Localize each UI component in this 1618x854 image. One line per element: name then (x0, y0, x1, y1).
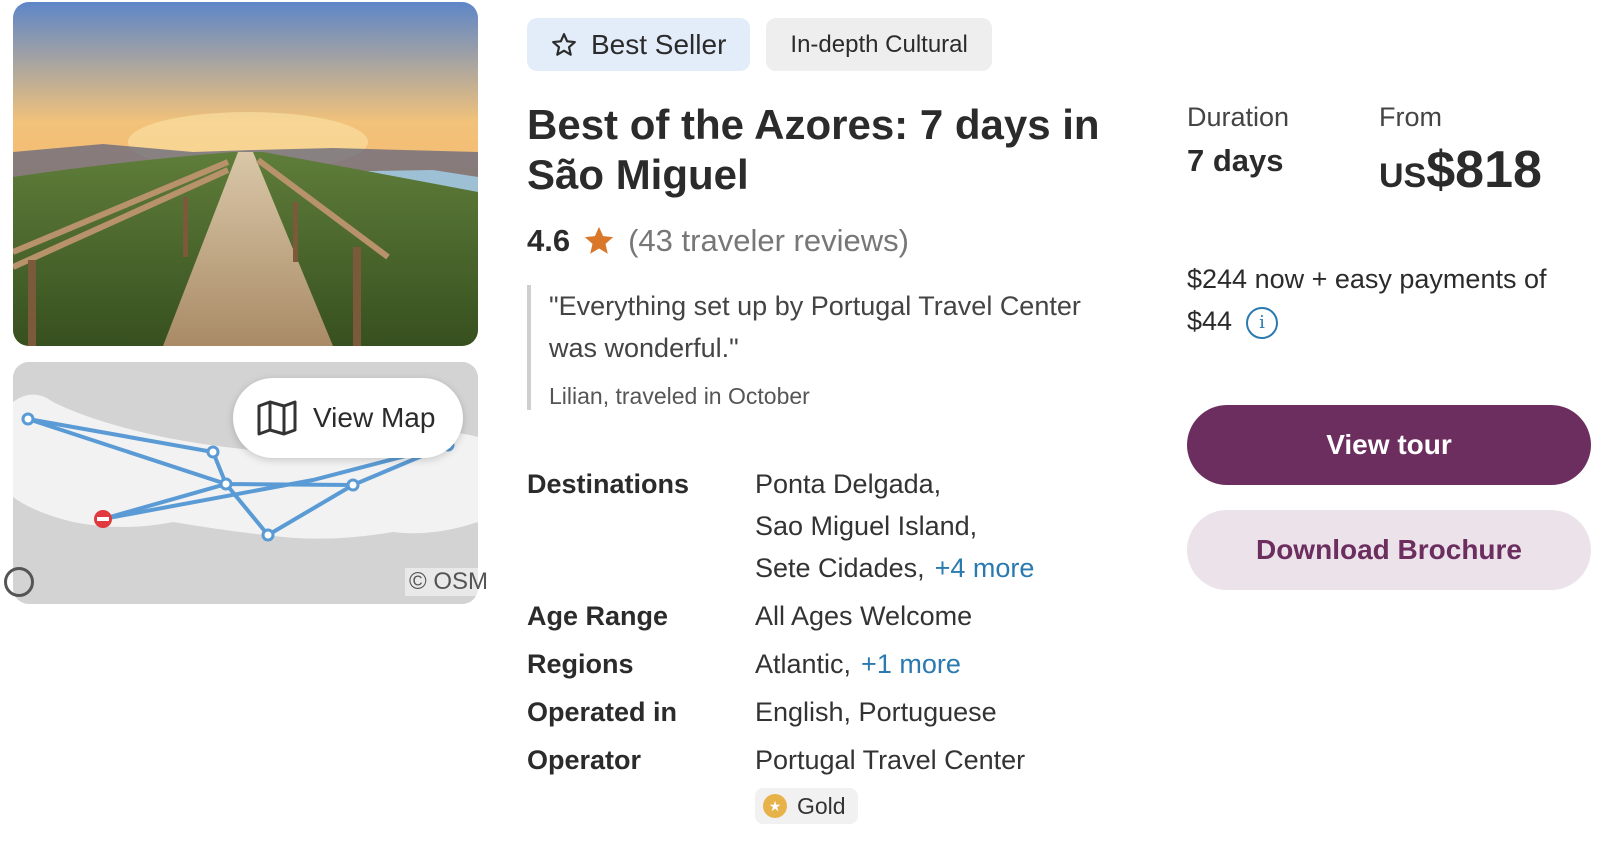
compass-icon[interactable] (4, 567, 34, 597)
destinations-label: Destinations (527, 469, 690, 499)
star-icon (584, 226, 614, 254)
gold-coin-icon: ★ (763, 794, 787, 818)
regions-label: Regions (527, 649, 634, 679)
from-label: From (1379, 102, 1442, 132)
duration-value: 7 days (1187, 143, 1284, 178)
price-currency: US (1379, 157, 1427, 195)
cultural-badge: In-depth Cultural (766, 18, 992, 71)
operator-tier-badge: ★ Gold (755, 788, 858, 824)
tour-photo[interactable] (13, 2, 478, 346)
review-text: "Everything set up by Portugal Travel Ce… (549, 291, 1081, 363)
view-tour-button[interactable]: View tour (1187, 405, 1591, 485)
destinations-value: Ponta Delgada, Sao Miguel Island, Sete C… (755, 463, 1034, 589)
payment-plan: $244 now + easy payments of $44 i (1187, 258, 1577, 342)
destination-item: Sete Cidades, (755, 553, 925, 583)
operator-tier-label: Gold (797, 793, 846, 819)
view-map-label: View Map (313, 402, 436, 433)
tour-details: Destinations Ponta Delgada, Sao Miguel I… (527, 463, 1034, 824)
best-seller-label: Best Seller (591, 28, 727, 60)
tour-title[interactable]: Best of the Azores: 7 days in São Miguel (527, 100, 1117, 200)
duration-label: Duration (1187, 102, 1290, 132)
operator-value: Portugal Travel Center ★ Gold (755, 739, 1025, 824)
price-amount: $818 (1426, 141, 1542, 199)
age-range-row: Age Range All Ages Welcome (527, 595, 1034, 637)
rating-score: 4.6 (527, 223, 571, 258)
operated-in-value: English, Portuguese (755, 697, 997, 727)
view-map-button[interactable]: View Map (233, 378, 463, 458)
price: US$818 (1379, 140, 1542, 200)
tour-badges: Best Seller In-depth Cultural (527, 18, 992, 71)
review-quote: "Everything set up by Portugal Travel Ce… (527, 285, 1107, 410)
age-range-value: All Ages Welcome (755, 601, 973, 631)
operator-name[interactable]: Portugal Travel Center (755, 739, 1025, 781)
operator-label: Operator (527, 745, 642, 775)
destinations-row: Destinations Ponta Delgada, Sao Miguel I… (527, 463, 1034, 589)
operated-in-row: Operated in English, Portuguese (527, 691, 1034, 733)
map-attribution[interactable]: © OSM (405, 568, 493, 596)
tour-rating: 4.6 (43 traveler reviews) (527, 223, 909, 259)
regions-value: Atlantic, +1 more (755, 643, 961, 685)
download-brochure-button[interactable]: Download Brochure (1187, 510, 1591, 590)
info-icon[interactable]: i (1246, 306, 1279, 339)
cultural-label: In-depth Cultural (790, 30, 968, 58)
region-item: Atlantic, (755, 649, 852, 679)
destinations-more-link[interactable]: +4 more (935, 553, 1035, 583)
review-author: Lilian, traveled in October (549, 383, 810, 409)
operator-row: Operator Portugal Travel Center ★ Gold (527, 739, 1034, 824)
payment-plan-line2: $44 (1187, 306, 1233, 336)
destination-item: Sao Miguel Island, (755, 511, 978, 541)
star-outline-icon (552, 32, 576, 56)
tour-photo-image (13, 2, 478, 346)
best-seller-badge: Best Seller (527, 18, 751, 71)
regions-more-link[interactable]: +1 more (861, 649, 961, 679)
destination-item: Ponta Delgada, (755, 469, 942, 499)
reviews-link[interactable]: (43 traveler reviews) (628, 223, 909, 259)
age-range-label: Age Range (527, 601, 669, 631)
regions-row: Regions Atlantic, +1 more (527, 643, 1034, 685)
map-icon (257, 400, 297, 436)
payment-plan-line1: $244 now + easy payments of (1187, 264, 1547, 294)
operated-in-label: Operated in (527, 697, 678, 727)
